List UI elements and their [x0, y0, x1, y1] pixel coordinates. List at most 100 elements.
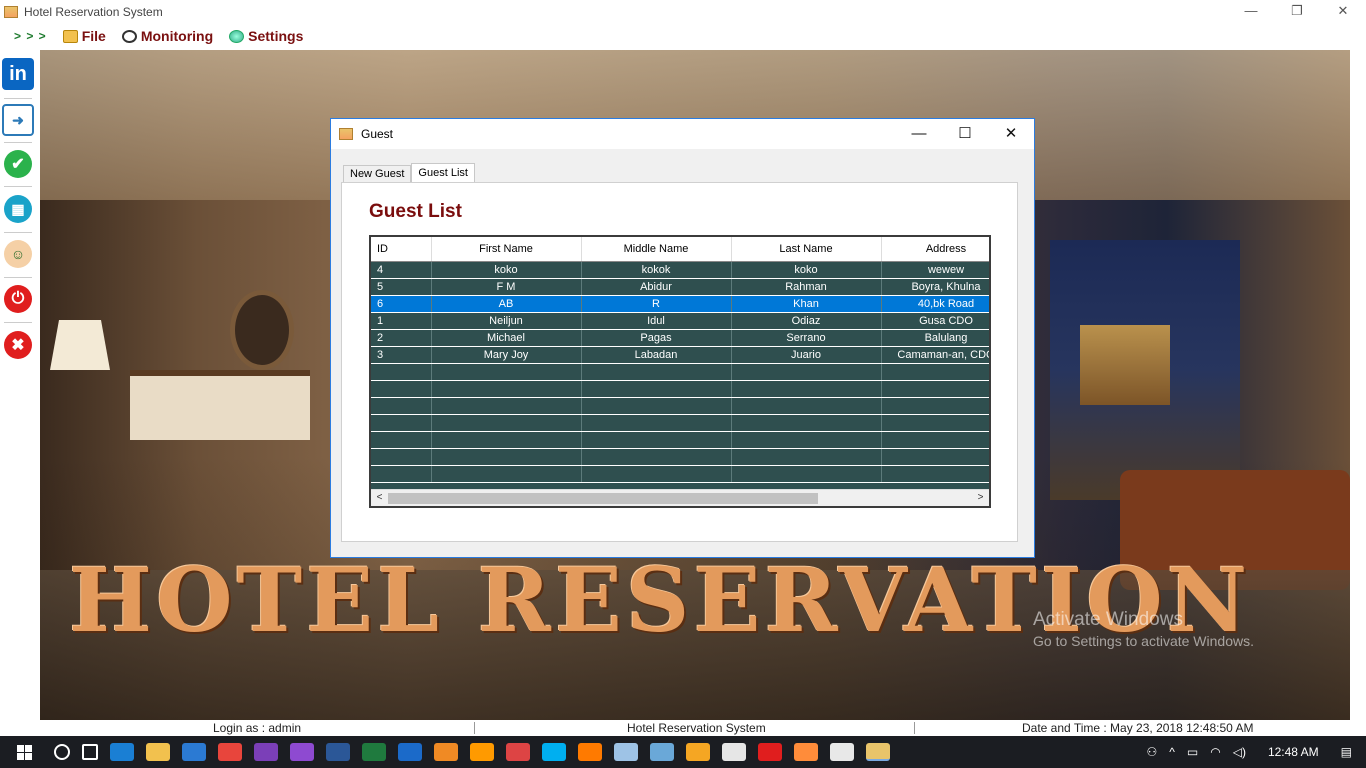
table-cell[interactable]: 6 — [371, 295, 432, 313]
table-cell[interactable]: 1 — [371, 312, 432, 330]
checkin-icon[interactable]: in — [2, 58, 34, 90]
table-row[interactable]: 5F M Abidur Rahman Boyra, Khulna — [371, 278, 989, 296]
table-cell[interactable] — [371, 380, 432, 398]
battery-icon[interactable]: ▭ — [1187, 745, 1198, 759]
table-cell[interactable] — [371, 363, 432, 381]
table-row[interactable] — [371, 397, 989, 415]
menu-file[interactable]: File — [62, 28, 106, 44]
notepad-icon[interactable] — [614, 743, 638, 761]
confirm-icon[interactable]: ✔ — [4, 150, 32, 178]
guest-minimize-button[interactable]: — — [896, 119, 942, 149]
table-cell[interactable] — [431, 465, 582, 483]
clock[interactable]: 12:48 AM — [1268, 745, 1319, 759]
table-row[interactable]: 4 koko kokok koko wewew — [371, 261, 989, 279]
obs-icon[interactable] — [830, 743, 854, 761]
mail-icon[interactable] — [722, 743, 746, 761]
scroll-thumb[interactable] — [388, 493, 818, 504]
table-cell[interactable]: Abidur — [581, 278, 732, 296]
column-header-first-name[interactable]: First Name — [431, 237, 582, 262]
tab-new-guest[interactable]: New Guest — [343, 165, 412, 183]
illustrator-icon[interactable] — [470, 743, 494, 761]
table-cell[interactable]: Labadan — [581, 346, 732, 364]
column-header-address[interactable]: Address — [881, 237, 989, 262]
table-cell[interactable] — [731, 363, 882, 381]
task-view-icon[interactable] — [82, 744, 98, 760]
table-cell[interactable] — [881, 448, 989, 466]
table-cell[interactable]: F M — [431, 278, 582, 296]
table-cell[interactable]: Juario — [731, 346, 882, 364]
xampp-icon[interactable] — [434, 743, 458, 761]
scroll-right-button[interactable]: > — [972, 490, 989, 506]
table-cell[interactable] — [431, 397, 582, 415]
app-icon[interactable] — [650, 743, 674, 761]
table-row[interactable]: 3 Mary Joy Labadan Juario Camaman-an, CDO — [371, 346, 989, 364]
opera-icon[interactable] — [758, 743, 782, 761]
menu-settings[interactable]: Settings — [229, 28, 303, 44]
exit-icon[interactable]: ✖ — [4, 331, 32, 359]
table-cell[interactable] — [731, 431, 882, 449]
checkout-icon[interactable]: ➜ — [2, 104, 34, 136]
table-cell[interactable]: Mary Joy — [431, 346, 582, 364]
table-row[interactable] — [371, 465, 989, 483]
table-cell[interactable]: Idul — [581, 312, 732, 330]
paint-icon[interactable] — [506, 743, 530, 761]
horizontal-scrollbar[interactable]: < > — [371, 489, 989, 506]
photos-icon[interactable] — [794, 743, 818, 761]
table-cell[interactable]: Serrano — [731, 329, 882, 347]
table-row[interactable] — [371, 431, 989, 449]
table-cell[interactable]: 2 — [371, 329, 432, 347]
table-cell[interactable] — [881, 397, 989, 415]
table-row[interactable] — [371, 448, 989, 466]
table-cell[interactable]: Boyra, Khulna — [881, 278, 989, 296]
explorer-icon[interactable] — [146, 743, 170, 761]
logout-icon[interactable]: ⏻ — [4, 285, 32, 313]
guest-icon[interactable]: ☺ — [4, 240, 32, 268]
hotel-app-icon[interactable] — [866, 743, 890, 761]
table-cell[interactable]: Rahman — [731, 278, 882, 296]
tray-expand-icon[interactable]: ^ — [1169, 745, 1175, 759]
table-cell[interactable]: 40,bk Road — [881, 295, 989, 313]
table-cell[interactable] — [881, 431, 989, 449]
start-button[interactable] — [0, 736, 48, 768]
visual-studio-icon[interactable] — [254, 743, 278, 761]
table-cell[interactable] — [731, 448, 882, 466]
column-header-last-name[interactable]: Last Name — [731, 237, 882, 262]
table-cell[interactable] — [371, 397, 432, 415]
table-cell[interactable] — [431, 431, 582, 449]
table-cell[interactable]: Khan — [731, 295, 882, 313]
table-cell[interactable] — [371, 414, 432, 432]
table-cell[interactable]: Neiljun — [431, 312, 582, 330]
table-cell[interactable] — [881, 414, 989, 432]
skype-icon[interactable] — [542, 743, 566, 761]
word-icon[interactable] — [326, 743, 350, 761]
table-cell[interactable]: Michael — [431, 329, 582, 347]
edge-icon[interactable] — [110, 743, 134, 761]
table-cell[interactable]: wewew — [881, 261, 989, 279]
table-cell[interactable] — [731, 380, 882, 398]
table-cell[interactable] — [431, 380, 582, 398]
table-cell[interactable]: R — [581, 295, 732, 313]
table-row[interactable]: 2 Michael Pagas Serrano Balulang — [371, 329, 989, 347]
notification-icon[interactable]: ▤ — [1341, 745, 1352, 759]
table-cell[interactable] — [431, 448, 582, 466]
table-row[interactable] — [371, 380, 989, 398]
tab-guest-list[interactable]: Guest List — [411, 163, 475, 184]
guest-close-button[interactable]: ✕ — [988, 119, 1034, 149]
restore-button[interactable]: ❐ — [1274, 0, 1320, 24]
table-cell[interactable] — [581, 431, 732, 449]
table-cell[interactable] — [581, 397, 732, 415]
wifi-icon[interactable]: ◠ — [1210, 745, 1220, 759]
table-cell[interactable] — [581, 448, 732, 466]
store-icon[interactable] — [182, 743, 206, 761]
menu-monitoring[interactable]: Monitoring — [121, 28, 213, 44]
table-cell[interactable] — [731, 465, 882, 483]
table-cell[interactable] — [431, 363, 582, 381]
table-cell[interactable] — [371, 448, 432, 466]
firefox-icon[interactable] — [578, 743, 602, 761]
table-cell[interactable] — [371, 465, 432, 483]
table-row[interactable]: 1 Neiljun Idul Odiaz Gusa CDO — [371, 312, 989, 330]
table-cell[interactable] — [731, 414, 882, 432]
visual-studio-2-icon[interactable] — [290, 743, 314, 761]
table-cell[interactable]: Balulang — [881, 329, 989, 347]
table-cell[interactable] — [371, 431, 432, 449]
